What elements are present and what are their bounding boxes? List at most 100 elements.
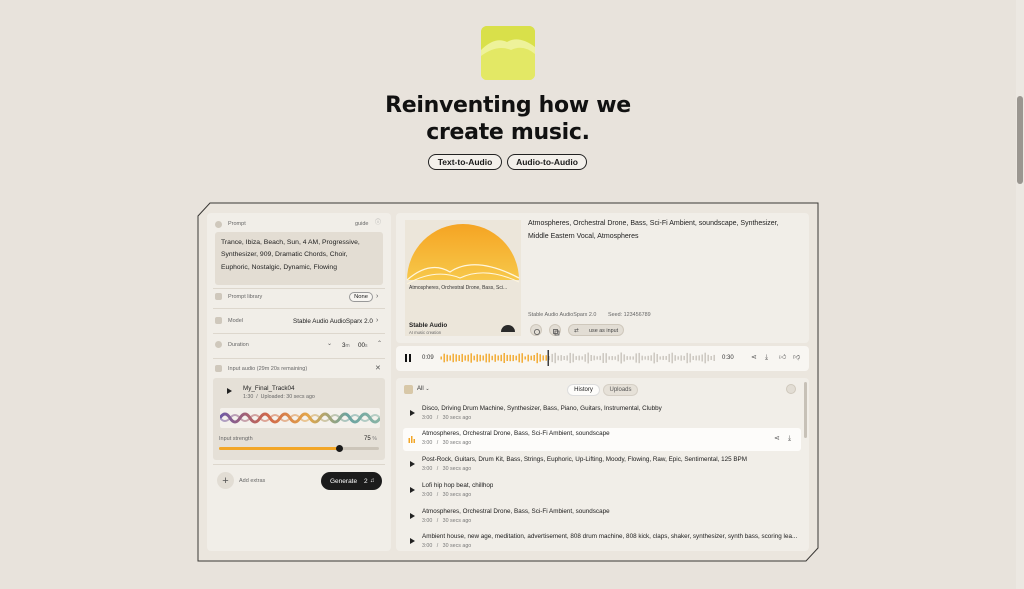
add-extras-icon[interactable]: + xyxy=(217,472,234,489)
play-icon[interactable] xyxy=(410,410,415,416)
divider xyxy=(213,358,385,359)
input-play-icon[interactable] xyxy=(227,388,232,394)
history-item-title: Atmospheres, Orchestral Drone, Bass, Sci… xyxy=(422,430,610,437)
waveform-bar xyxy=(467,354,469,362)
input-strength-value: 75 % xyxy=(364,436,377,442)
divider xyxy=(213,464,385,465)
thumbs-up-icon[interactable]: 👍︎ xyxy=(779,354,786,361)
history-item-meta: 3:00 / 30 secs ago xyxy=(422,415,472,421)
history-item[interactable]: Disco, Driving Drum Machine, Synthesizer… xyxy=(403,403,801,426)
page-scrollbar[interactable] xyxy=(1016,0,1024,589)
filter-select[interactable]: All ⌄ xyxy=(417,386,430,392)
generate-button[interactable]: Generate 2 ♫ xyxy=(321,472,382,490)
waveform-bar xyxy=(593,355,595,361)
playhead[interactable] xyxy=(547,350,549,366)
waveform-bar xyxy=(575,356,577,360)
waveform-bar xyxy=(473,355,475,361)
prompt-library-label: Prompt library xyxy=(228,294,263,300)
player-waveform[interactable] xyxy=(440,350,716,366)
copy-icon[interactable] xyxy=(549,324,561,336)
playing-bars-icon xyxy=(408,436,415,443)
add-extras-label[interactable]: Add extras xyxy=(239,478,265,484)
close-icon[interactable]: ✕ xyxy=(375,365,381,372)
duration-seconds[interactable]: 00s xyxy=(358,342,368,349)
history-item-meta: 3:00 / 30 secs ago xyxy=(422,492,472,498)
waveform-bar xyxy=(632,356,634,360)
waveform-bar xyxy=(638,352,640,364)
share-icon[interactable]: ⋖ xyxy=(751,354,757,361)
tab-uploads[interactable]: Uploads xyxy=(603,384,638,396)
duration-minutes[interactable]: 3m xyxy=(342,342,350,349)
waveform-bar xyxy=(590,355,592,361)
chevron-right-icon[interactable]: › xyxy=(376,293,378,300)
play-icon[interactable] xyxy=(410,461,415,467)
add-icon[interactable] xyxy=(786,384,796,394)
prompt-library-select[interactable]: None xyxy=(349,292,373,302)
play-icon[interactable] xyxy=(410,487,415,493)
waveform-bar xyxy=(602,353,604,363)
prompt-icon xyxy=(215,221,222,228)
history-item[interactable]: Ambient house, new age, meditation, adve… xyxy=(403,531,801,554)
history-item[interactable]: Atmospheres, Orchestral Drone, Bass, Sci… xyxy=(403,506,801,529)
tab-history[interactable]: History xyxy=(567,384,600,396)
cover-brand: Stable Audio xyxy=(409,322,448,329)
chevron-down-icon[interactable]: ⌄ xyxy=(327,341,332,347)
waveform-bar xyxy=(464,355,466,361)
waveform-bar xyxy=(530,355,532,361)
waveform-bar xyxy=(455,354,457,362)
model-label: Model xyxy=(228,318,243,324)
waveform-bar xyxy=(578,355,580,361)
history-item[interactable]: Post-Rock, Guitars, Drum Kit, Bass, Stri… xyxy=(403,454,801,477)
history-item-meta: 3:00 / 30 secs ago xyxy=(422,543,472,549)
credits-icon: ♫ xyxy=(370,478,375,484)
play-icon[interactable] xyxy=(410,538,415,544)
history-item-meta: 3:00 / 30 secs ago xyxy=(422,466,472,472)
history-item[interactable]: Lofi hip hop beat, chillhop 3:00 / 30 se… xyxy=(403,480,801,503)
share-icon[interactable]: ⋖ xyxy=(774,435,780,442)
pause-icon[interactable] xyxy=(405,354,407,362)
waveform-bar xyxy=(488,353,490,363)
pause-icon-bar[interactable] xyxy=(409,354,411,362)
hero-title: Reinventing how we create music. xyxy=(385,93,631,145)
chevron-right-icon[interactable]: › xyxy=(376,317,378,324)
waveform-bar xyxy=(686,352,688,364)
waveform-bar xyxy=(701,354,703,362)
waveform-bar xyxy=(680,355,682,361)
download-icon[interactable]: ⤓ xyxy=(765,354,768,361)
result-seed: Seed: 123456789 xyxy=(608,312,651,318)
waveform-bar xyxy=(650,355,652,361)
page-scrollbar-thumb[interactable] xyxy=(1017,96,1023,184)
history-item-title: Post-Rock, Guitars, Drum Kit, Bass, Stri… xyxy=(422,456,747,463)
waveform-bar xyxy=(647,355,649,361)
input-waveform[interactable] xyxy=(220,408,380,428)
input-strength-handle[interactable] xyxy=(335,445,343,452)
text-to-audio-button[interactable]: Text-to-Audio xyxy=(428,154,502,170)
chevron-up-icon[interactable]: ⌃ xyxy=(377,341,382,347)
waveform-bar xyxy=(533,355,535,361)
history-item-meta: 3:00 / 30 secs ago xyxy=(422,440,472,446)
waveform-bar xyxy=(662,355,664,360)
waveform-bar xyxy=(557,355,559,361)
waveform-bar xyxy=(641,355,643,361)
history-item-active[interactable]: Atmospheres, Orchestral Drone, Bass, Sci… xyxy=(403,428,801,451)
waveform-bar xyxy=(542,355,544,361)
guide-link[interactable]: guide xyxy=(355,221,368,227)
waveform-bar xyxy=(449,355,451,361)
waveform-bar xyxy=(596,356,598,360)
info-icon[interactable]: ⓘ xyxy=(375,220,381,226)
waveform-bar xyxy=(494,354,496,362)
remix-icon[interactable] xyxy=(530,324,542,336)
play-icon[interactable] xyxy=(410,513,415,519)
thumbs-down-icon[interactable]: 👎︎ xyxy=(793,354,800,361)
download-icon[interactable]: ⤓ xyxy=(788,435,791,442)
use-as-input-button[interactable]: ⇄ use as input xyxy=(568,324,624,336)
audio-to-audio-button[interactable]: Audio-to-Audio xyxy=(507,154,587,170)
prompt-input[interactable]: Trance, Ibiza, Beach, Sun, 4 AM, Progres… xyxy=(215,232,383,285)
duration-icon xyxy=(215,341,222,348)
waveform-bar xyxy=(521,353,523,363)
history-scrollbar[interactable] xyxy=(804,382,807,438)
divider xyxy=(213,308,385,309)
waveform-bar xyxy=(629,356,631,360)
model-select[interactable]: Stable Audio AudioSparx 2.0 xyxy=(293,318,373,325)
waveform-bar xyxy=(497,355,499,361)
